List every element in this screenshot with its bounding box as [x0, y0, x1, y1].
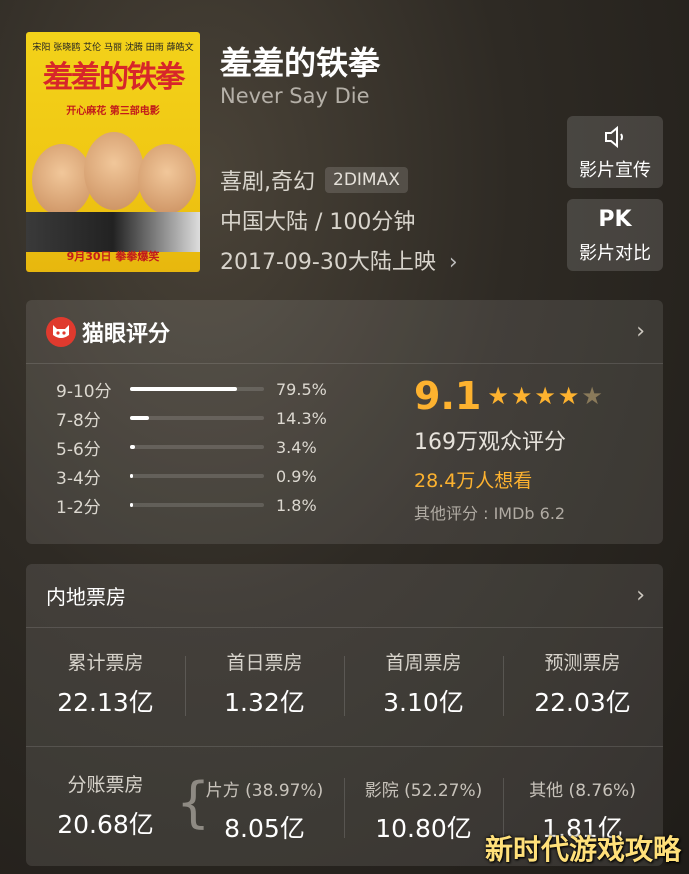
box-office-split-label: 分账票房 — [67, 774, 144, 796]
promo-button[interactable]: 影片宣传 — [567, 116, 663, 188]
star-icon: ★ — [510, 382, 533, 410]
score-row: 9.1 ★ ★ ★ ★ ★ — [414, 374, 605, 418]
star-icon: ★ — [487, 382, 509, 410]
want-to-see-count: 28.4万人想看 — [414, 470, 533, 492]
movie-subtitle: Never Say Die — [220, 84, 370, 108]
box-office-split-value: 20.68亿 — [57, 810, 154, 839]
rating-bucket-bar — [130, 445, 264, 449]
compare-button-label: 影片对比 — [579, 243, 651, 264]
box-office-forecast: 预测票房 22.03亿 — [503, 648, 662, 719]
rating-bucket-percent: 1.8% — [276, 495, 317, 515]
rating-bucket-percent: 14.3% — [276, 408, 327, 428]
rating-distribution-row: 9-10分 79.5% — [56, 378, 327, 402]
box-office-split: 分账票房 20.68亿 — [26, 770, 185, 841]
vote-count: 169万观众评分 — [414, 430, 566, 455]
speaker-icon — [567, 124, 663, 152]
rating-bucket-bar — [130, 503, 264, 507]
box-office-card: 内地票房 › 累计票房 22.13亿 首日票房 1.32亿 首周票房 3.10亿… — [26, 564, 663, 866]
rating-distribution-row: 3-4分 0.9% — [56, 465, 317, 489]
rating-bucket-label: 5-6分 — [56, 439, 101, 460]
promo-button-label: 影片宣传 — [579, 160, 651, 181]
rating-bucket-fill — [130, 445, 135, 449]
rating-distribution-row: 7-8分 14.3% — [56, 407, 327, 431]
rating-bucket-label: 9-10分 — [56, 381, 112, 402]
movie-title: 羞羞的铁拳 — [220, 44, 381, 82]
rating-bucket-bar — [130, 474, 264, 478]
distributor-share-value: 8.05亿 — [224, 814, 305, 843]
movie-region-runtime: 中国大陆 / 100分钟 — [220, 210, 416, 235]
chevron-right-icon: › — [636, 319, 645, 344]
box-office-forecast-value: 22.03亿 — [534, 688, 631, 717]
poster-face-right — [138, 144, 196, 214]
movie-poster[interactable]: 宋阳 张晓鸥 艾伦 马丽 沈腾 田雨 薛皓文 羞羞的铁拳 开心麻花 第三部电影 … — [26, 32, 200, 272]
box-office-total-label: 累计票房 — [67, 652, 144, 674]
rating-bucket-percent: 79.5% — [276, 379, 327, 399]
rating-bucket-fill — [130, 416, 150, 420]
box-office-first-day-value: 1.32亿 — [224, 688, 305, 717]
chevron-right-icon: › — [448, 250, 458, 275]
box-office-cinema: 影院 (52.27%) 10.80亿 — [344, 776, 503, 845]
chevron-right-icon: › — [636, 583, 645, 608]
movie-release-date: 2017-09-30大陆上映 — [220, 250, 436, 275]
poster-face-center — [84, 132, 144, 210]
box-office-first-week: 首周票房 3.10亿 — [344, 648, 503, 719]
poster-title: 羞羞的铁拳 — [43, 60, 185, 95]
movie-genre: 喜剧,奇幻 — [220, 170, 315, 195]
box-office-total-value: 22.13亿 — [57, 688, 154, 717]
box-office-first-day: 首日票房 1.32亿 — [185, 648, 344, 719]
poster-face-left — [32, 144, 92, 216]
box-office-header[interactable]: 内地票房 › — [26, 564, 663, 628]
rating-bucket-percent: 3.4% — [276, 437, 317, 457]
box-office-distributor: 片方 (38.97%) 8.05亿 — [185, 776, 344, 845]
rating-bucket-bar — [130, 387, 264, 391]
box-office-first-day-label: 首日票房 — [226, 652, 303, 674]
star-icon: ★ — [557, 382, 580, 410]
rating-header: 猫眼评分 — [82, 321, 171, 347]
rating-card: 猫眼评分 › 9-10分 79.5% 7-8分 14.3% 5-6分 3.4% 3-4分 0.… — [26, 300, 663, 544]
cinema-share-label: 影院 (52.27%) — [364, 781, 483, 801]
pk-icon: PK — [598, 207, 632, 232]
box-office-total: 累计票房 22.13亿 — [26, 648, 185, 719]
poster-tagline: 开心麻花 第三部电影 — [66, 106, 160, 117]
rating-bucket-bar — [130, 416, 264, 420]
maoyan-cat-icon — [46, 316, 76, 347]
box-office-first-week-label: 首周票房 — [385, 652, 462, 674]
cinema-share-value: 10.80亿 — [375, 814, 472, 843]
poster-date-line: 9月30日 拳拳爆笑 — [66, 250, 160, 263]
movie-release-link[interactable]: 2017-09-30大陆上映 › — [220, 244, 458, 276]
other-share-label: 其他 (8.76%) — [529, 781, 636, 801]
divider — [26, 746, 663, 747]
rating-distribution-row: 1-2分 1.8% — [56, 494, 317, 518]
poster-body — [26, 212, 200, 252]
rating-bucket-label: 3-4分 — [56, 468, 101, 489]
star-half-icon: ★ — [581, 382, 603, 410]
score-value: 9.1 — [414, 374, 482, 418]
rating-distribution-row: 5-6分 3.4% — [56, 436, 317, 460]
box-office-title: 内地票房 — [46, 585, 126, 609]
box-office-forecast-label: 预测票房 — [544, 652, 621, 674]
rating-bucket-percent: 0.9% — [276, 466, 317, 486]
format-badge: 2DIMAX — [325, 167, 408, 193]
star-icon: ★ — [534, 382, 556, 410]
compare-button[interactable]: PK 影片对比 — [567, 199, 663, 271]
rating-bucket-fill — [130, 503, 133, 507]
rating-bucket-label: 7-8分 — [56, 410, 101, 431]
box-office-first-week-value: 3.10亿 — [383, 688, 464, 717]
rating-card-header[interactable]: 猫眼评分 › — [26, 300, 663, 364]
rating-bucket-fill — [130, 474, 133, 478]
distributor-share-label: 片方 (38.97%) — [205, 781, 324, 801]
other-ratings: 其他评分 : IMDb 6.2 — [414, 504, 566, 523]
watermark: 新时代游戏攻略 — [484, 833, 681, 866]
rating-bucket-label: 1-2分 — [56, 497, 101, 518]
rating-bucket-fill — [130, 387, 237, 391]
movie-genre-row: 喜剧,奇幻 2DIMAX — [220, 164, 408, 196]
